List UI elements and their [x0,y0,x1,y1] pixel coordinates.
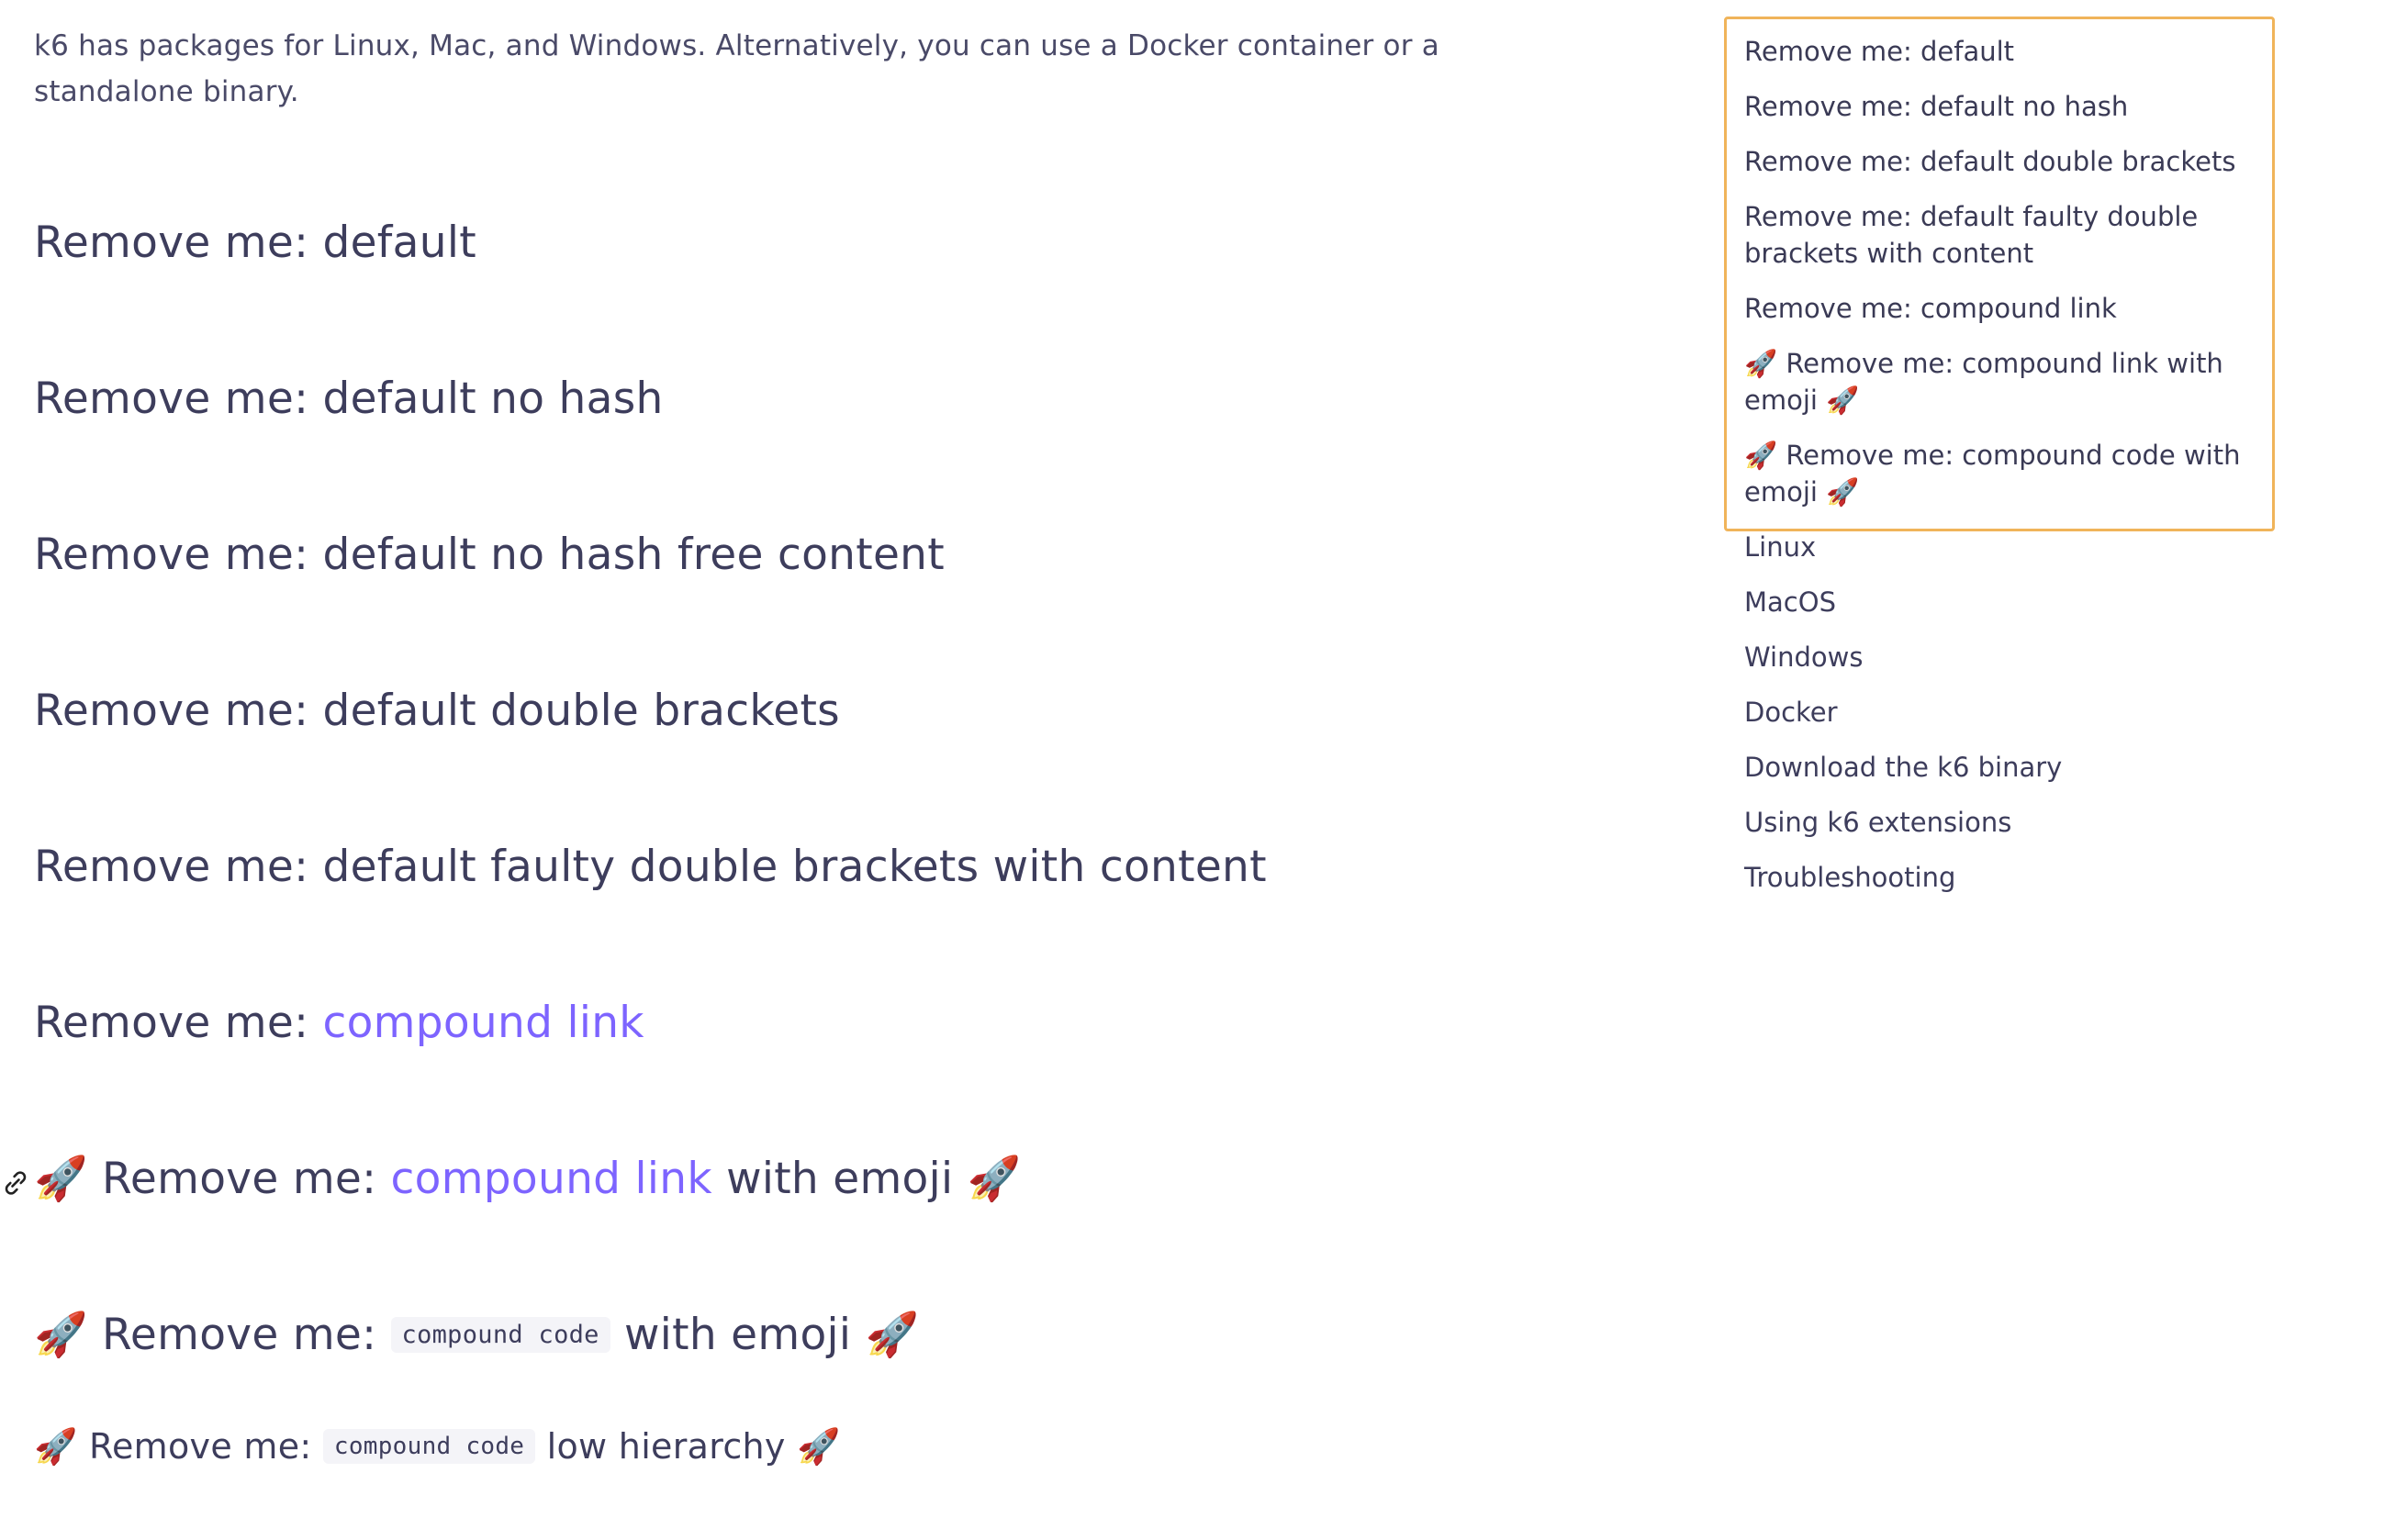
heading-text: with emoji 🚀 [610,1310,920,1360]
heading-default-double-brackets: Remove me: default double brackets [34,686,840,736]
heading-compound-code-emoji: 🚀 Remove me: compound code with emoji 🚀 [34,1308,919,1366]
heading-compound-link: Remove me: compound link [34,996,644,1051]
toc-item-extensions[interactable]: Using k6 extensions [1744,804,2258,841]
link-icon[interactable] [0,1167,31,1199]
heading-text: 🚀 Remove me: [34,1426,323,1467]
inline-code: compound code [390,1316,610,1353]
heading-text: 🚀 Remove me: [34,1310,391,1360]
heading-text: 🚀 Remove me: [34,1154,391,1204]
toc-item-windows[interactable]: Windows [1744,639,2258,675]
heading-text: Remove me: [34,998,323,1048]
toc-item-download-binary[interactable]: Download the k6 binary [1744,749,2258,786]
intro-paragraph: k6 has packages for Linux, Mac, and Wind… [34,29,1439,108]
compound-link[interactable]: compound link [322,998,644,1048]
heading-text: low hierarchy 🚀 [535,1426,841,1467]
toc-item[interactable]: 🚀 Remove me: compound link with emoji 🚀 [1744,345,2258,418]
toc-item[interactable]: 🚀 Remove me: compound code with emoji 🚀 [1744,437,2258,510]
toc-item-troubleshooting[interactable]: Troubleshooting [1744,859,2258,896]
inline-code: compound code [322,1428,536,1464]
toc-item-macos[interactable]: MacOS [1744,584,2258,620]
heading-default-faulty-double-brackets: Remove me: default faulty double bracket… [34,842,1267,892]
heading-default-no-hash: Remove me: default no hash [34,374,664,424]
toc-item-linux[interactable]: Linux [1744,529,2258,565]
toc-item[interactable]: Remove me: default no hash [1744,88,2258,125]
heading-compound-link-emoji: 🚀 Remove me: compound link with emoji 🚀 [34,1152,1021,1207]
heading-default: Remove me: default [34,218,476,268]
toc-item-docker[interactable]: Docker [1744,694,2258,731]
toc-item[interactable]: Remove me: compound link [1744,290,2258,327]
toc-item[interactable]: Remove me: default [1744,33,2258,70]
toc-item[interactable]: Remove me: default faulty double bracket… [1744,198,2258,272]
heading-default-no-hash-free-content: Remove me: default no hash free content [34,530,945,580]
compound-link[interactable]: compound link [391,1154,712,1204]
heading-compound-code-low-hierarchy: 🚀 Remove me: compound code low hierarchy… [34,1423,841,1472]
heading-text: with emoji 🚀 [711,1154,1022,1204]
toc-item[interactable]: Remove me: default double brackets [1744,143,2258,180]
